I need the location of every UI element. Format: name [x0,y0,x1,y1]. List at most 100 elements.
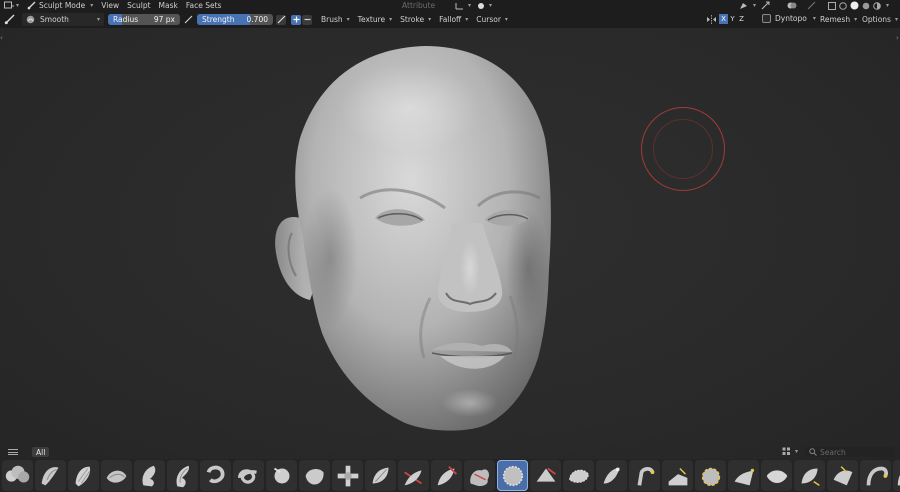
cursor-menu[interactable]: Cursor ▾ [472,13,512,26]
menu-sculpt[interactable]: Sculpt [123,0,154,11]
brush-preview-icon [206,465,224,483]
brush-preview-icon [237,468,257,484]
strength-slider[interactable]: Strength 0.700 [197,14,273,25]
brush-thumbnail[interactable] [2,460,33,491]
brush-thumbnail[interactable] [365,460,396,491]
falloff-menu[interactable]: Falloff ▾ [435,13,472,26]
strength-pressure-toggle[interactable] [276,14,286,25]
pivot-icon [478,2,484,9]
brush-thumbnail[interactable] [662,460,693,491]
radius-slider[interactable]: Radius 97 px [108,14,180,25]
dyntopo-toggle[interactable]: Dyntopo ▾ [762,14,816,23]
brush-name: Smooth [40,15,69,24]
attribute-label: Attribute [402,1,436,10]
brush-thumbnail[interactable] [563,460,594,491]
grid-view-icon [782,447,790,455]
brush-thumbnail[interactable] [167,460,198,491]
menu-view[interactable]: View [97,0,123,11]
texture-menu[interactable]: Texture ▾ [354,13,396,26]
selectability-icon [740,3,747,9]
brush-asset-shelf [0,459,900,492]
brush-thumbnail[interactable] [596,460,627,491]
brush-thumbnail[interactable] [431,460,462,491]
brush-menu[interactable]: Brush ▾ [317,13,354,26]
brush-preview-icon [536,467,556,482]
brush-thumbnail[interactable] [497,460,528,491]
symmetry-z-toggle[interactable]: Z [737,14,746,24]
brush-thumbnail[interactable] [530,460,561,491]
brush-preview-icon [176,465,189,487]
brush-preview-icon [801,468,820,486]
search-placeholder: Search [820,447,846,457]
pen-pressure-icon [277,15,285,24]
options-label: Options [862,15,891,24]
brush-selector[interactable]: Smooth ▾ [22,13,104,26]
sculpt-head-model [275,46,551,431]
brush-thumbnail[interactable] [794,460,825,491]
strength-label: Strength [202,15,235,24]
xray-toggle[interactable] [803,0,820,11]
brush-preview-icon [833,465,852,485]
brush-thumbnail[interactable] [827,460,858,491]
toolbar-expand-handle[interactable]: ‹ [0,34,4,42]
transform-orientation[interactable]: ▾ [451,0,475,11]
search-icon [809,448,817,456]
sidebar-expand-handle[interactable]: › [896,34,900,42]
plus-icon [293,16,299,23]
brush-thumbnail[interactable] [728,460,759,491]
brush-thumbnail[interactable] [761,460,792,491]
remesh-menu[interactable]: Remesh ▾ [816,13,861,26]
editor-type-icon [4,1,14,9]
overlays-toggle[interactable] [783,0,801,11]
brush-thumbnail[interactable] [398,460,429,491]
brush-preview-icon [603,467,619,483]
brush-thumbnail[interactable] [134,460,165,491]
menu-icon[interactable] [8,449,18,455]
brush-thumbnail[interactable] [266,460,297,491]
dyntopo-checkbox[interactable] [762,14,771,23]
brush-preview-icon [897,473,900,485]
brush-thumbnail[interactable] [332,460,363,491]
brush-preview-icon [106,470,126,483]
menu-mask[interactable]: Mask [155,0,182,11]
xray-icon [807,1,816,10]
brush-thumbnail[interactable] [68,460,99,491]
symmetry-y-toggle[interactable]: Y [728,14,737,24]
menu-face-sets[interactable]: Face Sets [182,0,226,11]
radius-pressure-toggle[interactable] [183,15,193,25]
brush-preview-icon [701,467,720,486]
brush-thumbnail[interactable] [893,460,900,491]
tab-all[interactable]: All [32,447,50,457]
brush-thumbnail[interactable] [233,460,264,491]
brush-thumbnail[interactable] [629,460,660,491]
sculpt-brush-icon [27,1,36,10]
symmetry-x-toggle[interactable]: X [719,14,728,24]
stroke-menu[interactable]: Stroke ▾ [396,13,435,26]
pivot-point[interactable]: ▾ [473,0,496,11]
active-tool[interactable] [0,14,18,25]
brush-thumbnail[interactable] [35,460,66,491]
brush-thumbnail[interactable] [299,460,330,491]
brush-thumbnail[interactable] [464,460,495,491]
brush-menu-label: Brush [321,15,343,24]
shading-modes[interactable]: ▾ [824,0,893,11]
brush-thumbnail[interactable] [695,460,726,491]
options-menu[interactable]: Options ▾ [858,13,900,26]
display-settings[interactable]: ▾ [782,447,798,456]
direction-subtract-button[interactable] [302,14,312,25]
brush-thumbnail[interactable] [860,460,891,491]
gizmo-toggle[interactable] [757,0,775,11]
mode-selector[interactable]: Sculpt Mode ▾ [23,0,97,11]
brush-preview-icon [305,468,324,485]
attribute-selector[interactable]: Attribute [398,0,439,11]
brush-thumbnail[interactable] [101,460,132,491]
editor-type-selector[interactable]: ▾ [0,0,23,11]
direction-add-button[interactable] [291,14,301,25]
search-input[interactable]: Search [806,447,894,457]
cursor-menu-label: Cursor [476,15,501,24]
solid-wire-icon [839,1,847,10]
brush-preview-icon [372,467,388,483]
brush-thumbnail[interactable] [200,460,231,491]
brush-falloff-circle [653,119,713,179]
3d-viewport[interactable]: ‹ › [0,28,900,460]
